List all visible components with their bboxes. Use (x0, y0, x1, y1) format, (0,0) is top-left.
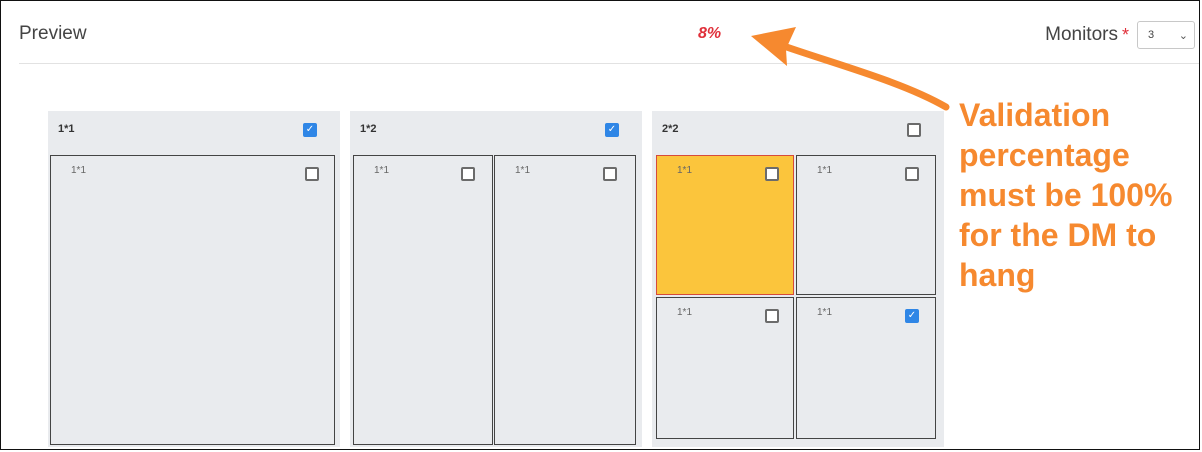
layout-card-2x2[interactable]: 2*2 1*1 1*1 1*1 1*1 ✓ (652, 111, 944, 447)
cell-title: 1*1 (817, 307, 833, 318)
layout-cell[interactable]: 1*1 (50, 155, 335, 445)
monitors-control: Monitors * 3 ⌄ (1045, 21, 1195, 49)
cell-checkbox[interactable]: ✓ (905, 309, 919, 323)
cell-checkbox[interactable] (461, 167, 475, 181)
layout-cell[interactable]: 1*1 (656, 297, 794, 439)
layout-header: 1*1 ✓ (48, 111, 340, 149)
monitors-select[interactable]: 3 ⌄ (1137, 21, 1195, 49)
chevron-down-icon: ⌄ (1178, 29, 1188, 42)
layout-card-1x1[interactable]: 1*1 ✓ 1*1 (48, 111, 340, 447)
layout-cell[interactable]: 1*1 (494, 155, 636, 445)
layout-cell[interactable]: 1*1 (656, 155, 794, 295)
cell-title: 1*1 (677, 307, 693, 318)
cell-checkbox[interactable] (305, 167, 319, 181)
layout-checkbox[interactable]: ✓ (303, 123, 317, 137)
arrow-icon (751, 27, 950, 111)
required-mark: * (1121, 24, 1129, 45)
validation-percentage: 8% (698, 25, 722, 42)
cell-checkbox[interactable] (603, 167, 617, 181)
layout-cell[interactable]: 1*1 ✓ (796, 297, 936, 439)
cell-checkbox[interactable] (765, 167, 779, 181)
layout-cell[interactable]: 1*1 (353, 155, 493, 445)
layout-title: 1*2 (360, 123, 377, 135)
cell-title: 1*1 (677, 165, 693, 176)
layout-checkbox[interactable]: ✓ (605, 123, 619, 137)
layout-cell[interactable]: 1*1 (796, 155, 936, 295)
preview-title: Preview (19, 23, 87, 44)
cell-title: 1*1 (71, 165, 87, 176)
cell-title: 1*1 (374, 165, 390, 176)
layout-card-1x2[interactable]: 1*2 ✓ 1*1 1*1 (350, 111, 642, 447)
annotation-text: Validation percentage must be 100% for t… (959, 97, 1173, 293)
layout-title: 1*1 (58, 123, 75, 135)
cell-title: 1*1 (515, 165, 531, 176)
header-divider (19, 63, 1199, 64)
cell-checkbox[interactable] (765, 309, 779, 323)
layout-title: 2*2 (662, 123, 679, 135)
layout-checkbox[interactable] (907, 123, 921, 137)
cell-title: 1*1 (817, 165, 833, 176)
cell-checkbox[interactable] (905, 167, 919, 181)
monitors-select-value: 3 (1148, 29, 1155, 41)
check-icon: ✓ (907, 310, 917, 321)
check-icon: ✓ (607, 124, 617, 135)
layout-header: 1*2 ✓ (350, 111, 642, 149)
monitors-label: Monitors (1045, 24, 1118, 45)
check-icon: ✓ (305, 124, 315, 135)
preview-panel: Preview 8% Monitors * 3 ⌄ 1*1 ✓ 1*1 1*2 … (0, 0, 1200, 450)
